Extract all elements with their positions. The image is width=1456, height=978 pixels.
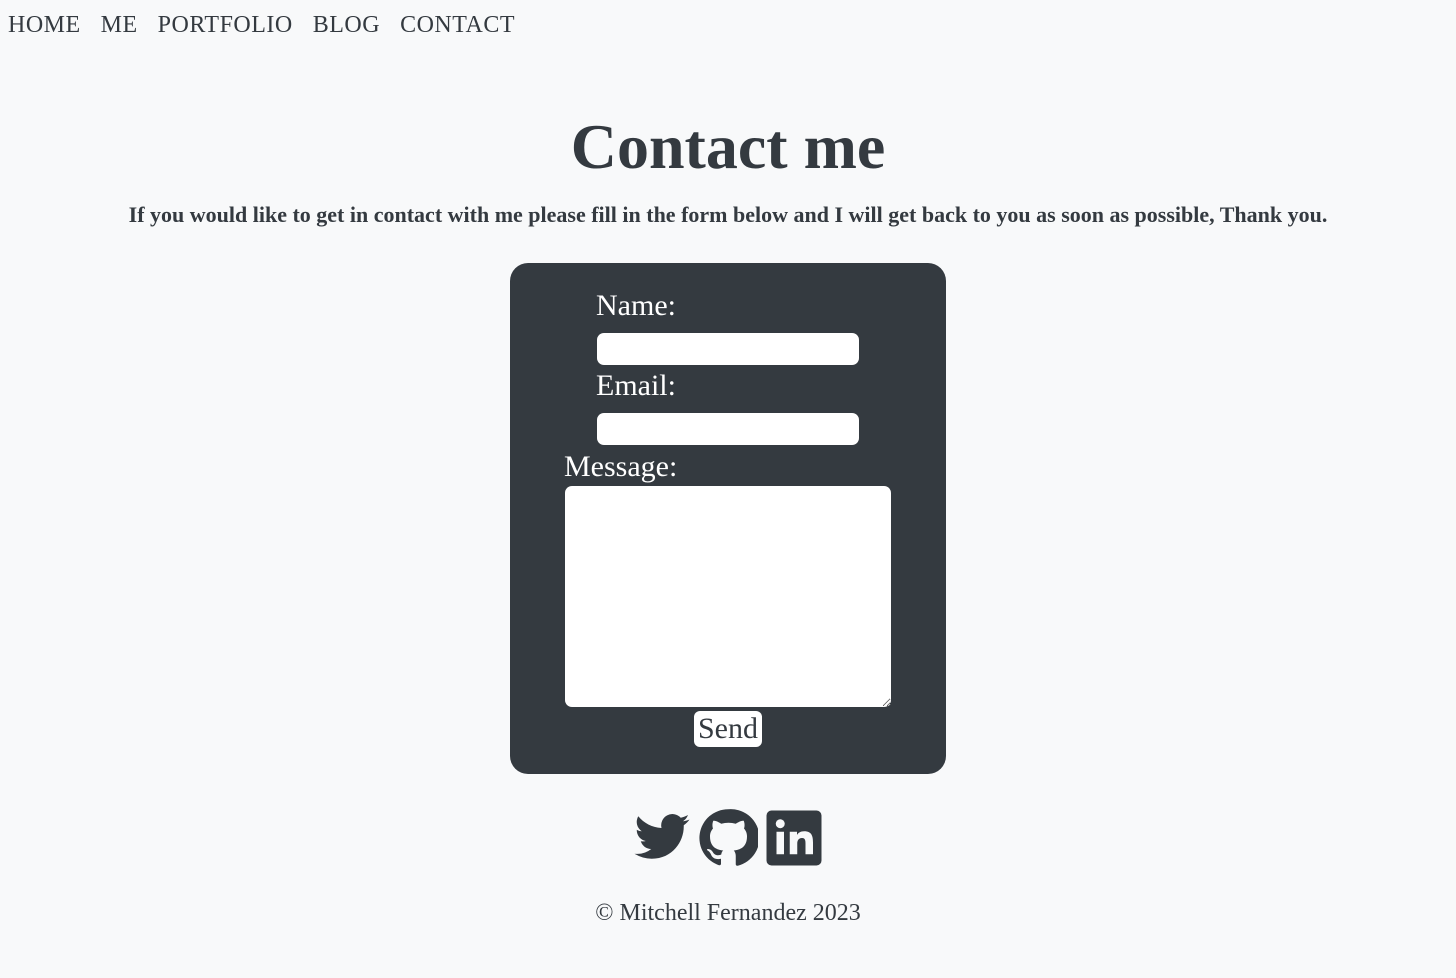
github-link[interactable]	[698, 808, 758, 868]
email-label: Email:	[596, 369, 676, 402]
send-button[interactable]: Send	[694, 711, 762, 747]
page-title: Contact me	[570, 111, 886, 182]
message-label: Message:	[564, 450, 678, 483]
main-nav: HOME ME PORTFOLIO BLOG CONTACT	[8, 12, 515, 39]
social-links	[632, 808, 824, 868]
twitter-link[interactable]	[632, 808, 692, 868]
message-textarea[interactable]	[565, 486, 891, 707]
linkedin-link[interactable]	[764, 808, 824, 868]
nav-link-blog[interactable]: BLOG	[313, 12, 380, 39]
twitter-icon	[634, 814, 690, 859]
linkedin-icon	[766, 810, 822, 866]
contact-form: Name: Email: Message: Send	[510, 263, 946, 774]
footer-copyright: © Mitchell Fernandez 2023	[595, 900, 861, 926]
name-label: Name:	[596, 289, 676, 322]
name-input[interactable]	[597, 333, 859, 365]
email-input[interactable]	[597, 413, 859, 445]
nav-link-home[interactable]: HOME	[8, 12, 81, 39]
nav-link-me[interactable]: ME	[101, 12, 138, 39]
nav-link-contact[interactable]: CONTACT	[400, 12, 515, 39]
intro-text: If you would like to get in contact with…	[128, 202, 1328, 227]
github-icon	[699, 809, 758, 866]
nav-link-portfolio[interactable]: PORTFOLIO	[158, 12, 293, 39]
